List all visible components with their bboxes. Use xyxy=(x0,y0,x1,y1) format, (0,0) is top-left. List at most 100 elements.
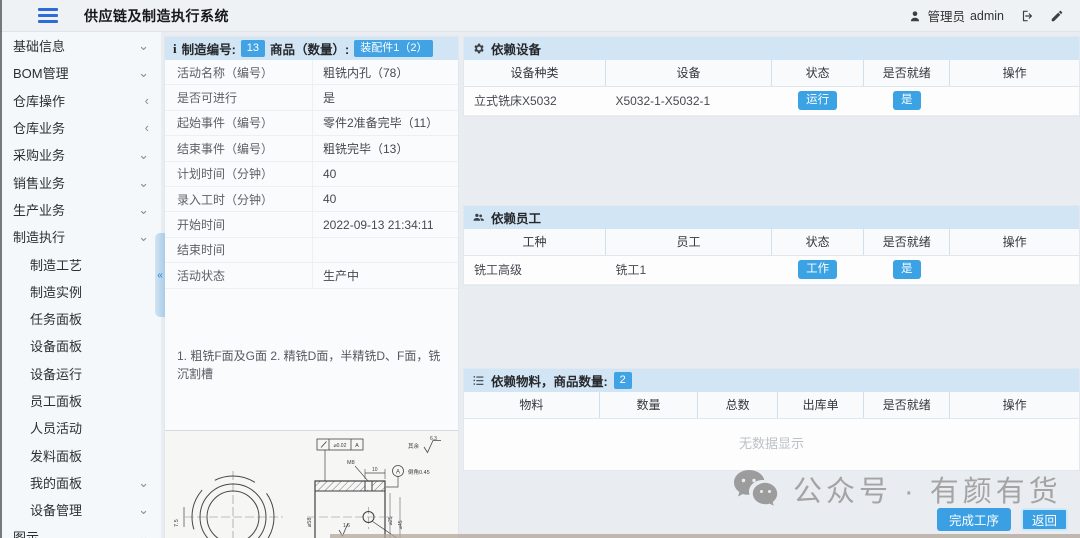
sidebar-item-label: 设备面板 xyxy=(30,336,82,355)
field-label: 开始时间 xyxy=(165,212,313,236)
sidebar-item-purchasing[interactable]: 采购业务⌄ xyxy=(0,141,161,168)
sidebar-item-mfg-instance[interactable]: 制造实例 xyxy=(0,278,161,305)
field-label: 是否可进行 xyxy=(165,85,313,109)
sidebar-item-label: 仓库业务 xyxy=(13,118,65,137)
svg-text:7.5: 7.5 xyxy=(174,519,180,527)
section-staff: 依赖员工 工种 员工 状态 是否就绪 操作 铣工高级 铣工1 工作 是 xyxy=(463,205,1080,286)
equipment-status-cell: 运行 xyxy=(771,86,863,115)
sidebar-item-bom[interactable]: BOM管理⌄ xyxy=(0,59,161,86)
process-note: 1. 粗铣F面及G面 2. 精铣D面，半精铣D、F面，铣沉割槽 xyxy=(165,347,458,383)
sidebar-item-production[interactable]: 生产业务⌄ xyxy=(0,196,161,223)
chevron-down-icon: ⌄ xyxy=(138,230,149,243)
action-buttons: 完成工序 返回 xyxy=(937,508,1068,531)
part-drawing-svg: 7.5 ⌀0.02 A 10 M8 A xyxy=(165,431,458,538)
section-title: 依赖物料，商品数量: xyxy=(491,371,608,390)
product-label: 商品（数量）: xyxy=(270,39,349,58)
field-value: 2022-09-13 21:34:11 xyxy=(313,218,458,232)
sidebar-item-equipment-mgmt[interactable]: 设备管理⌄ xyxy=(0,496,161,523)
status-badge: 运行 xyxy=(798,91,837,110)
materials-table: 物料 数量 总数 出库单 是否就绪 操作 xyxy=(464,392,1079,419)
section-staff-header: 依赖员工 xyxy=(464,206,1079,229)
sidebar-item-sales[interactable]: 销售业务⌄ xyxy=(0,168,161,195)
sidebar-item-label: 员工面板 xyxy=(30,391,82,410)
col-header: 操作 xyxy=(950,60,1079,86)
sidebar-item-label: 制造工艺 xyxy=(30,255,82,274)
staff-kind-cell: 铣工高级 xyxy=(464,255,605,284)
sidebar-item-my-panel[interactable]: 我的面板⌄ xyxy=(0,469,161,496)
hamburger-menu-icon[interactable] xyxy=(38,8,58,23)
sidebar-item-material-issue-panel[interactable]: 发料面板 xyxy=(0,441,161,468)
col-header: 状态 xyxy=(771,60,863,86)
sidebar-item-mfg-execution[interactable]: 制造执行⌄ xyxy=(0,223,161,250)
sidebar-item-label: 基础信息 xyxy=(13,36,65,55)
sidebar-item-warehouse-biz[interactable]: 仓库业务 ‹ xyxy=(0,114,161,141)
sidebar-item-warehouse-ops[interactable]: 仓库操作 ‹ xyxy=(0,87,161,114)
chevron-left-icon: ‹ xyxy=(145,94,149,107)
svg-text:A: A xyxy=(396,470,400,476)
staff-status-cell: 工作 xyxy=(771,255,863,284)
section-materials-header: 依赖物料，商品数量: 2 xyxy=(464,369,1079,392)
equipment-kind-cell: 立式铣床X5032 xyxy=(464,86,605,115)
topbar-right: 管理员 admin xyxy=(908,6,1064,25)
staff-name-cell: 铣工1 xyxy=(605,255,771,284)
table-row: 立式铣床X5032 X5032-1-X5032-1 运行 是 xyxy=(464,86,1079,115)
field-value: 是 xyxy=(313,89,458,106)
sidebar-item-basic-info[interactable]: 基础信息⌄ xyxy=(0,32,161,59)
info-icon: i xyxy=(173,41,177,57)
sidebar-item-label: 设备运行 xyxy=(30,364,82,383)
section-materials: 依赖物料，商品数量: 2 物料 数量 总数 出库单 是否就绪 操作 无数据显示 xyxy=(463,368,1080,471)
detail-row: 起始事件（编号）零件2准备完毕（11） xyxy=(165,111,458,136)
field-label: 计划时间（分钟） xyxy=(165,162,313,186)
detail-row: 活动名称（编号）粗铣内孔（78） xyxy=(165,60,458,85)
product-badge[interactable]: 装配件1（2） xyxy=(354,40,433,57)
svg-text:M8: M8 xyxy=(347,460,355,466)
svg-text:⌀45: ⌀45 xyxy=(398,520,404,529)
col-header: 设备种类 xyxy=(464,60,605,86)
col-header: 是否就绪 xyxy=(864,229,950,255)
sidebar-item-personnel-activity[interactable]: 人员活动 xyxy=(0,414,161,441)
ready-badge: 是 xyxy=(893,260,921,279)
sidebar-item-task-panel[interactable]: 任务面板 xyxy=(0,305,161,332)
back-button[interactable]: 返回 xyxy=(1021,508,1068,531)
people-icon xyxy=(472,211,485,224)
svg-text:A: A xyxy=(355,443,359,449)
chevron-left-icon: ‹ xyxy=(145,121,149,134)
section-title: 依赖员工 xyxy=(491,208,541,227)
list-icon xyxy=(472,374,485,387)
col-header: 是否就绪 xyxy=(864,392,950,418)
status-badge: 工作 xyxy=(798,260,837,279)
sidebar-item-equipment-run[interactable]: 设备运行 xyxy=(0,360,161,387)
svg-text:其余: 其余 xyxy=(408,442,420,450)
sidebar-item-diagram[interactable]: 图示⌄ xyxy=(0,523,161,538)
col-header: 状态 xyxy=(771,229,863,255)
detail-header: i 制造编号: 13 商品（数量）: 装配件1（2） xyxy=(165,37,458,60)
field-label: 起始事件（编号） xyxy=(165,111,313,135)
theme-pen-icon[interactable] xyxy=(1050,9,1064,23)
svg-text:⌀58: ⌀58 xyxy=(307,518,313,527)
screen-edge-bottom xyxy=(330,534,1080,538)
detail-row: 计划时间（分钟）40 xyxy=(165,162,458,187)
col-header: 操作 xyxy=(950,229,1079,255)
sidebar-item-label: 销售业务 xyxy=(13,173,65,192)
sidebar-item-label: 图示 xyxy=(13,527,39,538)
field-value: 生产中 xyxy=(313,267,458,284)
col-header: 设备 xyxy=(605,60,771,86)
user-role: 管理员 xyxy=(927,6,965,25)
chevron-down-icon: ⌄ xyxy=(138,503,149,516)
mfg-no-badge: 13 xyxy=(241,40,265,57)
sidebar-item-mfg-process[interactable]: 制造工艺 xyxy=(0,250,161,277)
logout-icon[interactable] xyxy=(1020,9,1034,23)
sidebar-item-equipment-panel[interactable]: 设备面板 xyxy=(0,332,161,359)
col-header: 数量 xyxy=(599,392,697,418)
staff-ready-cell: 是 xyxy=(864,255,950,284)
operation-cell xyxy=(950,255,1079,284)
sidebar-item-label: 仓库操作 xyxy=(13,91,65,110)
finish-process-button[interactable]: 完成工序 xyxy=(937,508,1011,531)
empty-data-hint: 无数据显示 xyxy=(464,419,1079,470)
material-count-badge: 2 xyxy=(614,372,632,389)
detail-row: 结束时间 xyxy=(165,238,458,263)
field-value: 粗铣内孔（78） xyxy=(313,64,458,81)
sidebar-item-label: 制造实例 xyxy=(30,282,82,301)
sidebar-item-staff-panel[interactable]: 员工面板 xyxy=(0,387,161,414)
panel-collapse-handle[interactable]: « xyxy=(155,233,165,317)
